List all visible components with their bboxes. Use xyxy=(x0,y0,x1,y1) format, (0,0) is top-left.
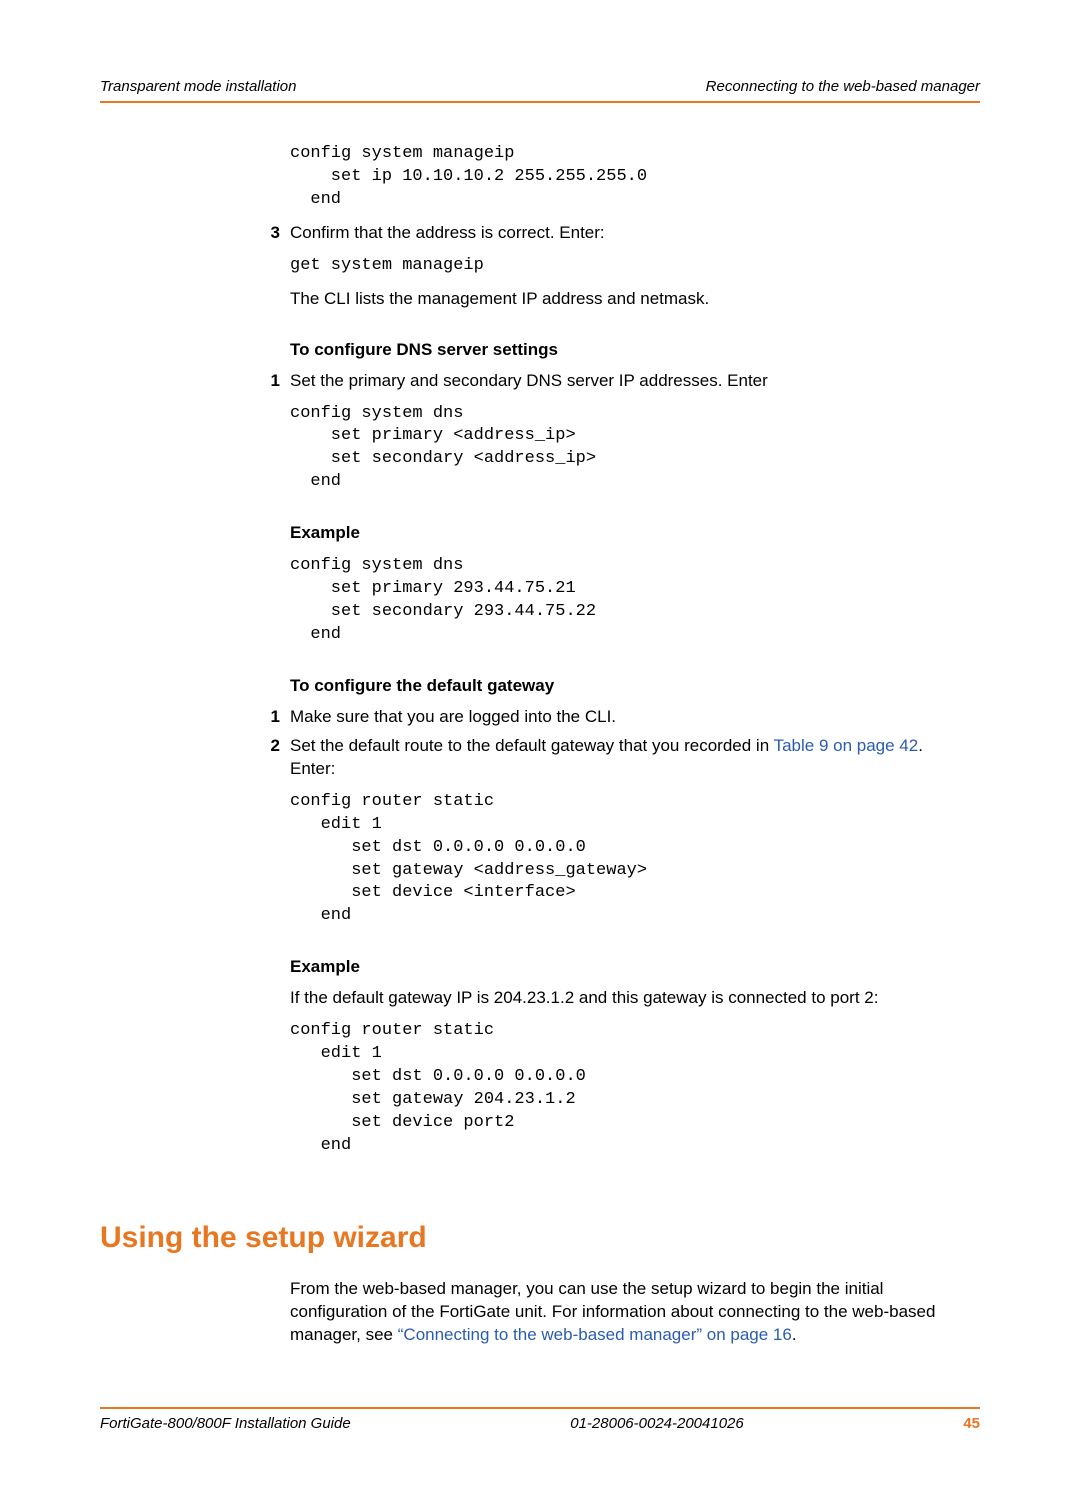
paragraph: The CLI lists the management IP address … xyxy=(290,288,970,311)
step-text: Set the primary and secondary DNS server… xyxy=(290,370,970,393)
content: config system manageip set ip 10.10.10.2… xyxy=(240,143,970,1347)
cross-ref-link[interactable]: “Connecting to the web-based manager” on… xyxy=(398,1325,792,1344)
step-number: 2 xyxy=(240,735,290,781)
subhead-example: Example xyxy=(290,522,970,545)
dns-step-1: 1 Set the primary and secondary DNS serv… xyxy=(240,370,970,393)
step-text: Confirm that the address is correct. Ent… xyxy=(290,222,970,245)
code-block-dns-template: config system dns set primary <address_i… xyxy=(290,403,970,495)
step-number: 1 xyxy=(240,370,290,393)
text-fragment: Set the default route to the default gat… xyxy=(290,736,774,755)
step-number: 3 xyxy=(240,222,290,245)
step-text: Make sure that you are logged into the C… xyxy=(290,706,970,729)
paragraph: From the web-based manager, you can use … xyxy=(290,1278,970,1347)
page-number: 45 xyxy=(963,1415,980,1432)
running-head-left: Transparent mode installation xyxy=(100,78,297,95)
text-fragment: . xyxy=(792,1325,797,1344)
code-block-manageip: config system manageip set ip 10.10.10.2… xyxy=(290,143,970,212)
subhead-gateway: To configure the default gateway xyxy=(290,675,970,698)
subhead-dns: To configure DNS server settings xyxy=(290,339,970,362)
footer: FortiGate-800/800F Installation Guide 01… xyxy=(100,1407,980,1432)
cross-ref-link[interactable]: Table 9 on page 42 xyxy=(774,736,919,755)
footer-mid: 01-28006-0024-20041026 xyxy=(570,1415,744,1432)
section-heading: Using the setup wizard xyxy=(100,1218,970,1259)
code-block-dns-example: config system dns set primary 293.44.75.… xyxy=(290,555,970,647)
page: Transparent mode installation Reconnecti… xyxy=(0,0,1080,1492)
step-3: 3 Confirm that the address is correct. E… xyxy=(240,222,970,245)
running-head-right: Reconnecting to the web-based manager xyxy=(706,78,980,95)
code-block-router-template: config router static edit 1 set dst 0.0.… xyxy=(290,791,970,929)
step-text: Set the default route to the default gat… xyxy=(290,735,970,781)
step-number: 1 xyxy=(240,706,290,729)
code-block-router-example: config router static edit 1 set dst 0.0.… xyxy=(290,1020,970,1158)
gw-step-2: 2 Set the default route to the default g… xyxy=(240,735,970,781)
running-head: Transparent mode installation Reconnecti… xyxy=(100,78,980,103)
code-block-get-manageip: get system manageip xyxy=(290,255,970,278)
gw-step-1: 1 Make sure that you are logged into the… xyxy=(240,706,970,729)
paragraph: If the default gateway IP is 204.23.1.2 … xyxy=(290,987,970,1010)
subhead-example: Example xyxy=(290,956,970,979)
footer-left: FortiGate-800/800F Installation Guide xyxy=(100,1415,351,1432)
